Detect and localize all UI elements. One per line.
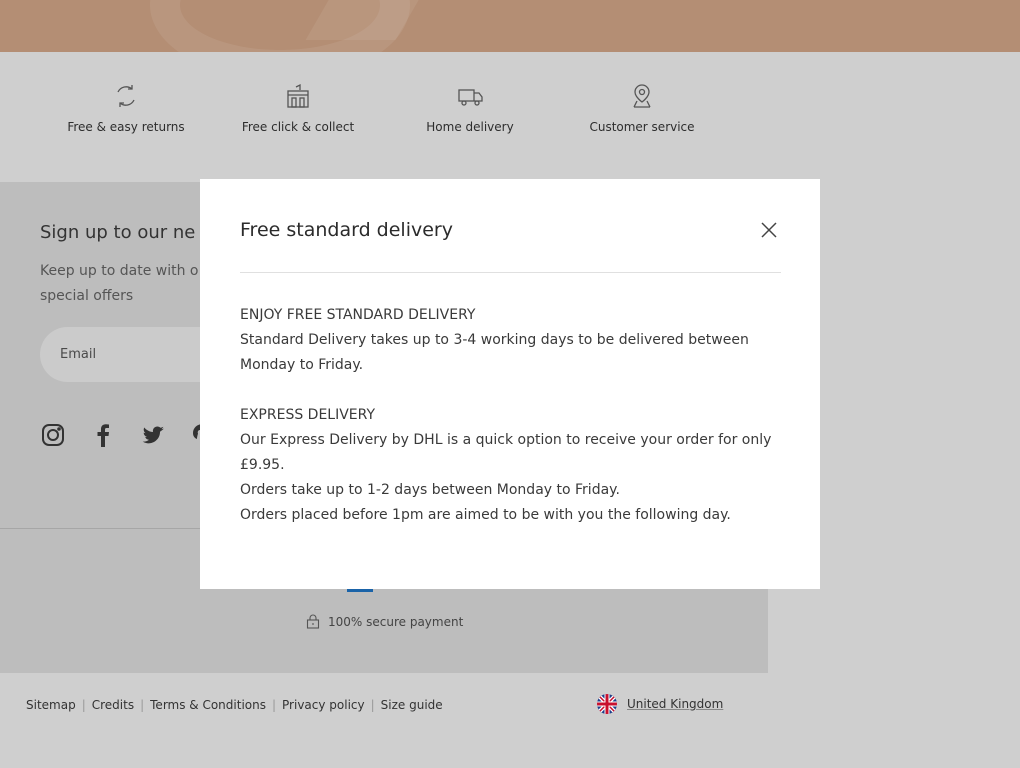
link-separator: | bbox=[271, 698, 277, 712]
instagram-icon[interactable] bbox=[40, 422, 66, 448]
service-click-collect[interactable]: Free click & collect bbox=[212, 82, 384, 134]
service-returns[interactable]: Free & easy returns bbox=[40, 82, 212, 134]
footer-bottom-bar: Sitemap | Credits | Terms & Conditions | Priva… bbox=[0, 673, 1020, 768]
modal-title: Free standard delivery bbox=[240, 219, 453, 241]
newsletter-text-line: Keep up to date with o bbox=[40, 263, 199, 279]
footer-link-sitemap[interactable]: Sitemap bbox=[26, 698, 76, 712]
footer-link-terms[interactable]: Terms & Conditions bbox=[150, 698, 266, 712]
service-label: Home delivery bbox=[426, 120, 514, 134]
twitter-icon[interactable] bbox=[140, 422, 166, 448]
lock-icon bbox=[306, 614, 320, 629]
service-customer[interactable]: Customer service bbox=[556, 82, 728, 134]
uk-flag-icon bbox=[597, 694, 617, 714]
truck-icon bbox=[458, 89, 483, 106]
refresh-icon bbox=[117, 85, 135, 107]
secure-payment: 100% secure payment bbox=[306, 614, 463, 629]
country-label: United Kingdom bbox=[627, 697, 724, 711]
service-label: Customer service bbox=[589, 120, 695, 134]
location-pin-icon bbox=[633, 84, 651, 108]
delivery-modal: Free standard delivery ENJOY FREE STANDA… bbox=[200, 179, 820, 589]
modal-divider bbox=[240, 272, 781, 273]
footer-link-privacy[interactable]: Privacy policy bbox=[282, 698, 365, 712]
footer-link-credits[interactable]: Credits bbox=[92, 698, 134, 712]
modal-text: Our Express Delivery by DHL is a quick o… bbox=[240, 432, 772, 473]
services-bar: Free & easy returns Free click & collect… bbox=[0, 52, 768, 182]
modal-spacer bbox=[240, 378, 781, 403]
modal-text: Standard Delivery takes up to 3-4 workin… bbox=[240, 332, 749, 373]
modal-text: Orders take up to 1-2 days between Monda… bbox=[240, 482, 620, 498]
modal-heading-express: EXPRESS DELIVERY bbox=[240, 407, 376, 423]
footer-links: Sitemap | Credits | Terms & Conditions | Priva… bbox=[26, 698, 443, 712]
store-icon bbox=[287, 83, 309, 108]
service-home-delivery[interactable]: Home delivery bbox=[384, 82, 556, 134]
facebook-icon[interactable] bbox=[90, 422, 116, 448]
modal-body: ENJOY FREE STANDARD DELIVERY Standard De… bbox=[240, 303, 781, 528]
modal-heading-standard: ENJOY FREE STANDARD DELIVERY bbox=[240, 307, 476, 323]
footer-link-size-guide[interactable]: Size guide bbox=[381, 698, 443, 712]
modal-text: Orders placed before 1pm are aimed to be… bbox=[240, 507, 731, 523]
link-separator: | bbox=[140, 698, 145, 712]
newsletter-text-line: special offers bbox=[40, 288, 134, 304]
secure-payment-text: 100% secure payment bbox=[328, 614, 464, 629]
close-icon[interactable] bbox=[758, 219, 780, 241]
link-separator: | bbox=[370, 698, 375, 712]
service-label: Free click & collect bbox=[241, 120, 355, 134]
country-selector[interactable]: United Kingdom bbox=[597, 694, 723, 714]
hero-banner bbox=[0, 0, 1020, 52]
link-separator: | bbox=[81, 698, 86, 712]
service-label: Free & easy returns bbox=[67, 120, 185, 134]
